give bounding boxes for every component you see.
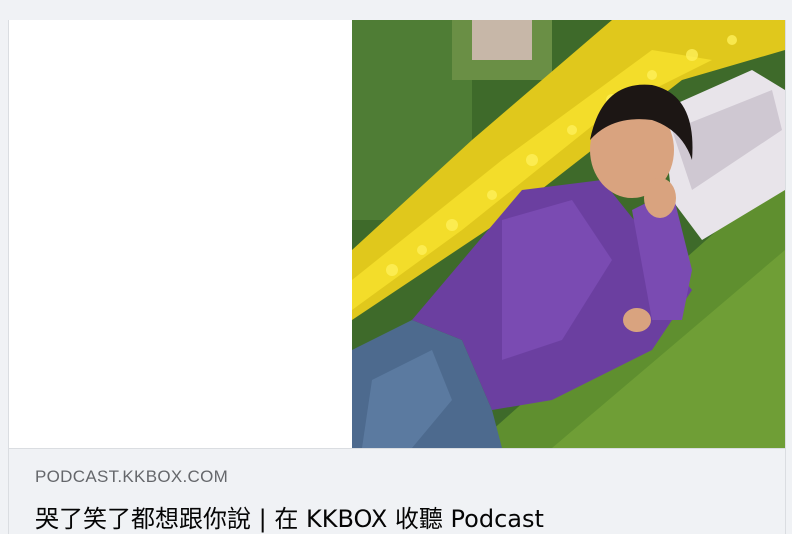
media-letterbox	[9, 20, 352, 448]
link-preview-card[interactable]: PODCAST.KKBOX.COM 哭了笑了都想跟你說 | 在 KKBOX 收聽…	[8, 20, 786, 534]
link-preview-meta[interactable]: PODCAST.KKBOX.COM 哭了笑了都想跟你說 | 在 KKBOX 收聽…	[9, 448, 785, 534]
link-preview-media[interactable]	[9, 20, 785, 448]
link-title[interactable]: 哭了笑了都想跟你說 | 在 KKBOX 收聽 Podcast	[35, 499, 544, 534]
podcast-cover-photo[interactable]	[352, 20, 785, 448]
link-domain: PODCAST.KKBOX.COM	[35, 467, 229, 486]
feed-background-top	[0, 0, 792, 20]
